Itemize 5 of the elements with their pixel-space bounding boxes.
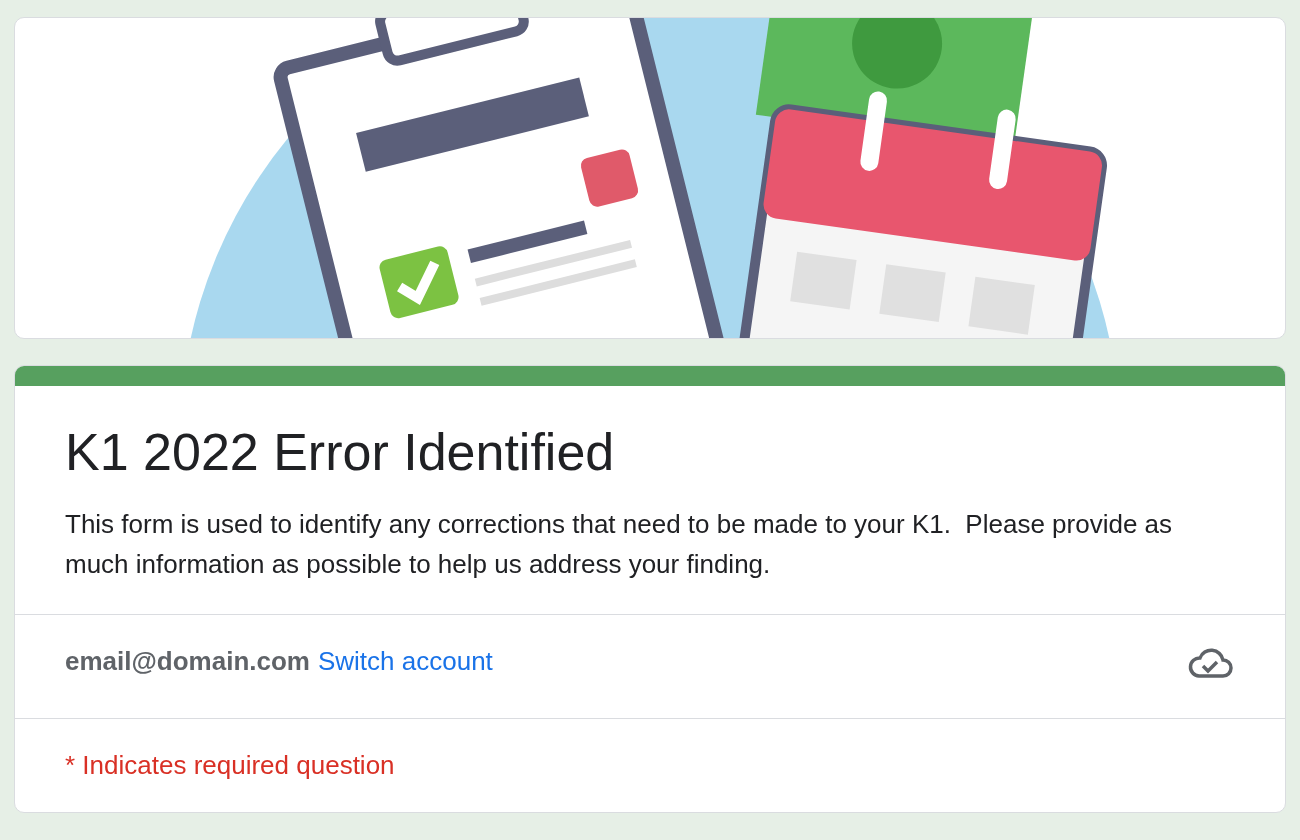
switch-account-link[interactable]: Switch account [317, 642, 493, 681]
form-description: This form is used to identify any corrections that need to be made to your K1. Please provide as much information as possible to help us address your finding. [65, 508, 1174, 581]
required-note: * Indicates required question [65, 749, 395, 782]
account-email: email@domain.com [65, 645, 310, 678]
form-title: K1 2022 Error Identified [65, 422, 616, 483]
